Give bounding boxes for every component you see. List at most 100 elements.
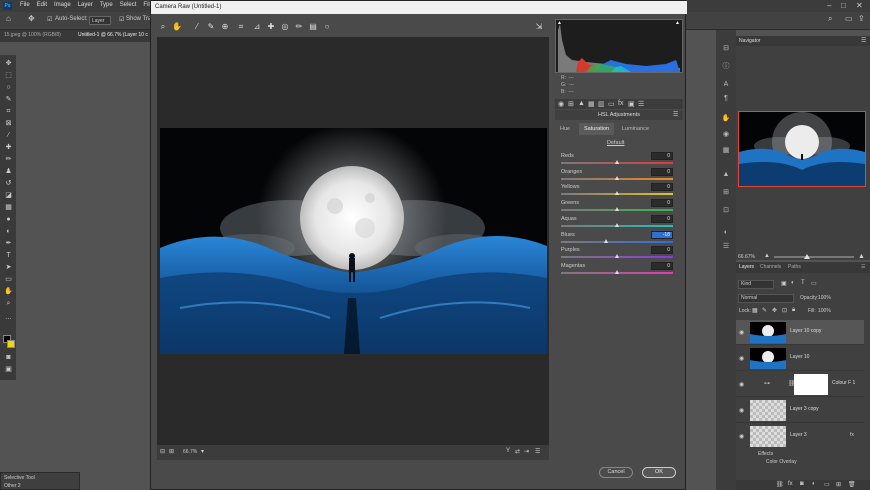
auto-select-dropdown[interactable]: Layer xyxy=(89,16,111,25)
navigator-zoom-thumb[interactable] xyxy=(804,254,810,259)
highlight-clip-icon[interactable]: ▲ xyxy=(675,20,680,26)
history-brush-icon[interactable]: ↺ xyxy=(4,179,13,188)
quick-mask-icon[interactable]: ◙ xyxy=(4,353,13,362)
slider-value-field[interactable]: 0 xyxy=(651,152,673,160)
slider-value-field[interactable]: 0 xyxy=(651,246,673,255)
minimize-button[interactable]: – xyxy=(827,1,831,10)
slider-value-field[interactable]: 0 xyxy=(651,183,673,192)
healing-brush-icon[interactable]: ✚ xyxy=(4,143,13,152)
fill-value[interactable]: 100% xyxy=(818,308,831,314)
layer-name[interactable]: Layer 3 copy xyxy=(790,406,819,412)
menu-select[interactable]: Select xyxy=(120,2,137,8)
history-icon[interactable]: ⊟ xyxy=(721,44,731,54)
navigator-menu-icon[interactable]: ☰ xyxy=(861,37,866,44)
filter-pixel-icon[interactable]: ▣ xyxy=(781,280,787,287)
navigator-zoom-value[interactable]: 66.67% xyxy=(738,254,755,260)
new-group-icon[interactable]: ▭ xyxy=(824,481,830,488)
brush-settings-icon[interactable]: ✋ xyxy=(721,114,731,124)
filter-type-icon[interactable]: T xyxy=(801,280,805,286)
lock-all-icon[interactable]: 🔒︎ xyxy=(792,307,795,314)
histogram-icon[interactable]: ▲ xyxy=(721,170,731,180)
styles-icon[interactable]: ◐ xyxy=(721,228,731,238)
targeted-adjust-icon[interactable]: ⊕ xyxy=(219,21,231,33)
quick-select-icon[interactable]: ✎ xyxy=(4,95,13,104)
show-transform-checkbox[interactable]: ☑ xyxy=(119,16,124,23)
gradient-tool-icon[interactable]: ▦ xyxy=(4,203,13,212)
slider-thumb[interactable] xyxy=(614,222,619,227)
selective-tool-item[interactable]: Other 2 xyxy=(4,483,21,489)
home-icon[interactable]: ⌂ xyxy=(6,14,11,23)
fit-icon[interactable]: ⊞ xyxy=(169,448,174,455)
ok-button[interactable]: OK xyxy=(642,467,676,478)
split-toning-icon[interactable]: ▥ xyxy=(598,100,605,108)
type-tool-icon[interactable]: T xyxy=(4,251,13,260)
eye-icon[interactable]: ◉ xyxy=(739,381,744,388)
more-tools-icon[interactable]: … xyxy=(4,313,13,322)
swap-icon[interactable]: ⇄ xyxy=(515,448,520,455)
lock-position-icon[interactable]: ✥ xyxy=(772,307,777,314)
eraser-tool-icon[interactable]: ◪ xyxy=(4,191,13,200)
maximize-button[interactable]: □ xyxy=(841,1,846,10)
layer-row[interactable]: ◉ ⊶ ⛓︎ Colour F 1 xyxy=(736,372,864,397)
tab-luminance[interactable]: Luminance xyxy=(617,123,654,135)
graduated-filter-icon[interactable]: ▤ xyxy=(307,21,319,33)
workspace-icon[interactable]: ▭ xyxy=(845,14,853,23)
lens-panel-icon[interactable]: ▭ xyxy=(608,100,615,108)
layer-name[interactable]: Layer 3 xyxy=(790,432,807,438)
radial-filter-icon[interactable]: ○ xyxy=(321,21,333,33)
slider-track[interactable] xyxy=(561,240,673,243)
menu-type[interactable]: Type xyxy=(100,2,113,8)
default-link[interactable]: Default xyxy=(607,140,624,146)
layer-row[interactable]: ◉ Layer 10 xyxy=(736,346,864,371)
lock-paint-icon[interactable]: ✎ xyxy=(762,307,767,314)
path-select-icon[interactable]: ➤ xyxy=(4,263,13,272)
stamp-tool-icon[interactable]: ♟ xyxy=(4,167,13,176)
add-style-icon[interactable]: fx xyxy=(788,481,793,487)
search-icon[interactable]: ⌕ xyxy=(828,14,832,24)
slider-thumb[interactable] xyxy=(614,160,619,164)
eye-icon[interactable]: ◉ xyxy=(739,407,744,414)
slider-thumb[interactable] xyxy=(614,254,619,259)
fx-badge[interactable]: fx xyxy=(850,432,854,438)
dodge-tool-icon[interactable]: ◐ xyxy=(4,227,13,236)
properties-icon[interactable]: ⊡ xyxy=(721,206,731,216)
spot-removal-icon[interactable]: ✚ xyxy=(265,21,277,33)
zoom-out-icon[interactable]: ▲ xyxy=(764,253,770,259)
layer-name[interactable]: Layer 10 xyxy=(790,354,809,360)
layers-menu-icon[interactable]: ☰ xyxy=(861,264,865,270)
straighten-icon[interactable]: ⊿ xyxy=(251,21,263,33)
slider-thumb[interactable] xyxy=(614,207,619,212)
color-sampler-icon[interactable]: ✎ xyxy=(205,21,217,33)
slider-thumb[interactable] xyxy=(614,269,619,274)
calibration-icon[interactable]: ▣ xyxy=(628,100,635,108)
filter-shape-icon[interactable]: ▭ xyxy=(811,280,817,287)
navigator-thumbnail[interactable] xyxy=(738,111,866,187)
eyedropper-icon[interactable]: ⁄ xyxy=(4,131,13,140)
background-color-swatch[interactable] xyxy=(7,340,15,348)
frame-tool-icon[interactable]: ⊠ xyxy=(4,119,13,128)
zoom-in-icon[interactable]: ▲ xyxy=(858,253,865,260)
layer-row[interactable]: ◉ Layer 3 copy xyxy=(736,398,864,423)
opacity-value[interactable]: 100% xyxy=(818,295,831,301)
eye-icon[interactable]: ◉ xyxy=(739,433,744,440)
tab-hue[interactable]: Hue xyxy=(555,123,575,135)
layer-row[interactable]: ◉ Layer 10 copy xyxy=(736,320,864,345)
detail-panel-icon[interactable]: ▲ xyxy=(578,100,585,107)
menu-file[interactable]: File xyxy=(20,2,30,8)
compare-icon[interactable]: ⊟ xyxy=(160,448,165,455)
hand-tool-icon[interactable]: ✋ xyxy=(4,287,13,296)
tab-15-jpeg[interactable]: 15.jpeg @ 100% (RGB/8) xyxy=(4,32,61,38)
swatches-icon[interactable]: ▦ xyxy=(721,146,731,156)
libraries-icon[interactable]: ☰ xyxy=(721,242,731,252)
move-tool-icon[interactable]: ✥ xyxy=(4,59,13,68)
slider-value-field[interactable]: -18 xyxy=(651,230,673,239)
delete-layer-icon[interactable]: 🗑︎ xyxy=(848,481,856,488)
menu-image[interactable]: Image xyxy=(54,2,71,8)
crop-icon[interactable]: ⌗ xyxy=(235,21,247,33)
pen-tool-icon[interactable]: ✒ xyxy=(4,239,13,248)
eye-icon[interactable]: ◉ xyxy=(739,329,744,336)
tab-untitled-1[interactable]: Untitled-1 @ 66.7% (Layer 10 c xyxy=(78,32,148,38)
zoom-tool-icon[interactable]: ⌕ xyxy=(4,299,13,308)
link-layers-icon[interactable]: ⛓︎ xyxy=(776,481,784,488)
preview-area[interactable] xyxy=(157,37,549,445)
